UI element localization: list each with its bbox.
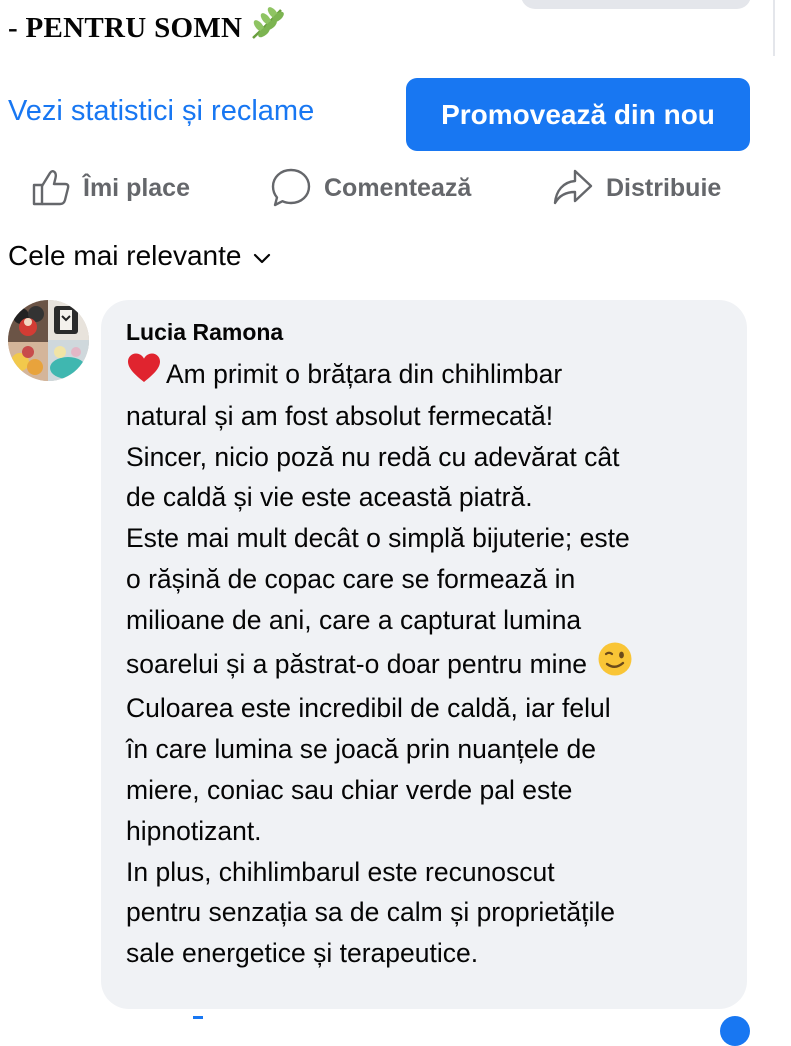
comment-author[interactable]: Lucia Ramona: [126, 319, 283, 346]
comment-bubble: Lucia Ramona Am primit o brățara din chi…: [101, 300, 747, 1009]
comment-line: soarelui și a păstrat-o doar pentru mine: [126, 641, 741, 689]
comment-line: Sincer, nicio poză nu redă cu adevărat c…: [126, 441, 620, 472]
comment-line: Am primit o brățara din chihlimbar: [126, 352, 741, 396]
reaction-icon: [720, 1016, 750, 1046]
reaction-fragment: [193, 1016, 203, 1029]
share-button[interactable]: Distribuie: [552, 166, 721, 210]
comment-line: hipnotizant.: [126, 815, 262, 846]
chevron-down-icon: [253, 240, 271, 272]
comment-line: natural și am fost absolut fermecată!: [126, 400, 554, 431]
herb-icon: [250, 6, 286, 48]
comment-button[interactable]: Comentează: [270, 166, 471, 210]
divider: [773, 0, 775, 56]
comment-line: Este mai mult decât o simplă bijuterie; …: [126, 523, 630, 554]
comment-line: de caldă și vie este această piatră.: [126, 482, 533, 513]
comment-label: Comentează: [324, 173, 472, 202]
comment-line: Culoarea este incredibil de caldă, iar f…: [126, 693, 611, 724]
comment-line: pentru senzația sa de calm și proprietăț…: [126, 897, 616, 928]
comment-sort-dropdown[interactable]: Cele mai relevante: [8, 240, 271, 272]
avatar[interactable]: [8, 300, 89, 381]
comment-line: miere, coniac sau chiar verde pal este: [126, 774, 573, 805]
like-label: Îmi place: [83, 173, 190, 202]
share-label: Distribuie: [606, 173, 722, 202]
share-arrow-icon: [552, 168, 594, 208]
promote-again-button[interactable]: Promovează din nou: [406, 78, 750, 151]
comment-line: In plus, chihlimbarul este recunoscut: [126, 856, 555, 887]
post-title-fragment: - PENTRU SOMN: [8, 6, 286, 48]
post-title-text: - PENTRU SOMN: [8, 12, 243, 44]
view-insights-link[interactable]: Vezi statistici și reclame: [8, 95, 314, 128]
comment-bubble-icon: [270, 167, 312, 209]
winking-face-icon: [597, 641, 633, 689]
thumbs-up-icon: [31, 168, 71, 208]
red-heart-icon: [126, 352, 162, 396]
top-card-fragment: [521, 0, 751, 9]
comment-text: Am primit o brățara din chihlimbar natur…: [126, 352, 741, 974]
like-button[interactable]: Îmi place: [31, 166, 190, 210]
sort-label: Cele mai relevante: [8, 240, 242, 271]
comment-line: o rășină de copac care se formează in: [126, 563, 576, 594]
comment-line: milioane de ani, care a capturat lumina: [126, 604, 582, 635]
comment-line: în care lumina se joacă prin nuanțele de: [126, 734, 596, 765]
comment-line: sale energetice și terapeutice.: [126, 938, 479, 969]
